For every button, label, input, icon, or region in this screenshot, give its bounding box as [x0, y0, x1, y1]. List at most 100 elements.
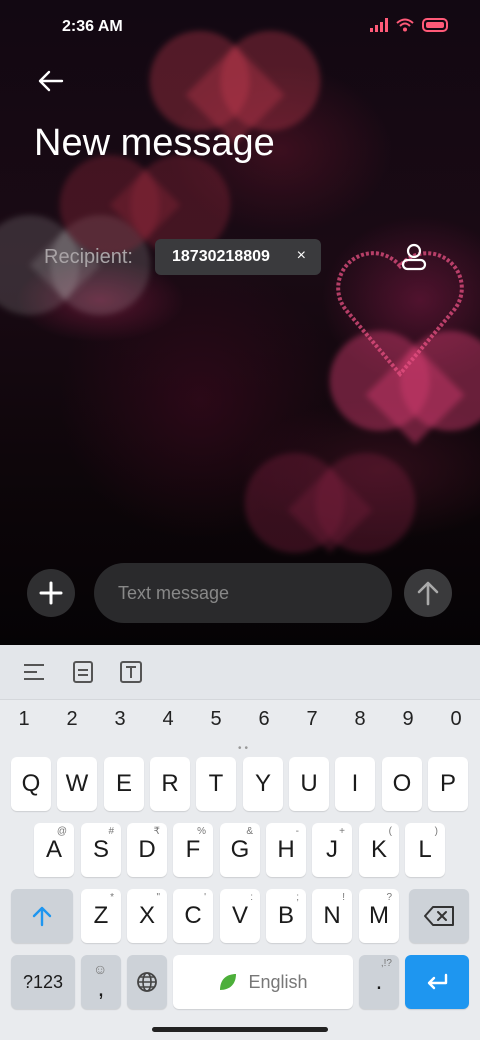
key-k-label: K — [370, 836, 387, 863]
key-v-hint: : — [250, 892, 253, 903]
key-y[interactable]: Y — [243, 757, 283, 811]
number-row: 1 2 3 4 5 6 7 8 9 0 — [0, 708, 480, 738]
key-c-hint: ' — [204, 892, 206, 903]
background-heart-decoration — [109, 169, 181, 241]
enter-key[interactable] — [405, 955, 469, 1009]
key-c-label: C — [184, 902, 202, 929]
home-indicator[interactable] — [152, 1027, 328, 1032]
key-b[interactable]: B; — [266, 889, 306, 943]
key-8[interactable]: 8 — [336, 708, 384, 731]
shift-arrow-icon — [32, 906, 52, 927]
background-heart-decoration — [287, 467, 373, 553]
key-n[interactable]: N! — [312, 889, 352, 943]
key-4[interactable]: 4 — [144, 708, 192, 731]
key-5[interactable]: 5 — [192, 708, 240, 731]
key-m-label: M — [369, 902, 389, 929]
key-s-label: S — [92, 836, 109, 863]
key-m[interactable]: M? — [359, 889, 399, 943]
key-n-hint: ! — [342, 892, 345, 903]
key-d-label: D — [138, 836, 156, 863]
soft-keyboard: 1 2 3 4 5 6 7 8 9 0 •• Q W E R T Y U I O… — [0, 645, 480, 1040]
key-d-hint: ₹ — [153, 826, 160, 837]
contact-picker-icon[interactable] — [400, 242, 428, 272]
plus-icon — [39, 581, 63, 605]
key-r[interactable]: R — [150, 757, 190, 811]
status-icons — [370, 18, 450, 32]
key-j[interactable]: J + — [312, 823, 352, 877]
key-6[interactable]: 6 — [240, 708, 288, 731]
comma-label: , — [97, 975, 105, 1002]
enter-icon — [427, 973, 448, 990]
key-o[interactable]: O — [382, 757, 422, 811]
key-z-label: Z — [93, 902, 109, 929]
space-key[interactable]: English — [173, 955, 353, 1009]
key-f-hint: % — [197, 826, 206, 837]
key-m-hint: ? — [386, 892, 392, 903]
key-c[interactable]: C ' — [173, 889, 213, 943]
period-label: . — [375, 968, 383, 995]
back-arrow-icon[interactable] — [36, 66, 66, 96]
recipient-chip[interactable]: 18730218809 × — [155, 239, 321, 275]
key-f[interactable]: F% — [173, 823, 213, 877]
key-v[interactable]: V: — [220, 889, 260, 943]
key-p[interactable]: P — [428, 757, 468, 811]
key-d[interactable]: D ₹ — [127, 823, 167, 877]
key-q[interactable]: Q — [11, 757, 51, 811]
symbols-key[interactable]: ?123 — [11, 955, 75, 1009]
keyboard-toolbar — [0, 645, 480, 700]
key-0[interactable]: 0 — [432, 708, 480, 731]
emoji-comma-key[interactable]: ☺ , — [81, 955, 121, 1009]
key-b-label: B — [277, 902, 294, 929]
backspace-icon — [424, 906, 454, 926]
key-w[interactable]: W — [57, 757, 97, 811]
period-hint: ,!? — [380, 958, 392, 969]
menu-lines-icon[interactable] — [23, 661, 45, 683]
key-2[interactable]: 2 — [48, 708, 96, 731]
key-i[interactable]: I — [335, 757, 375, 811]
key-e[interactable]: E — [104, 757, 144, 811]
status-time: 2:36 AM — [62, 18, 123, 35]
key-l[interactable]: L) — [405, 823, 445, 877]
key-x-hint: " — [156, 892, 160, 903]
recipient-label: Recipient: — [44, 246, 133, 268]
page-title: New message — [34, 122, 275, 164]
key-h[interactable]: H- — [266, 823, 306, 877]
key-3[interactable]: 3 — [96, 708, 144, 731]
language-key[interactable] — [127, 955, 167, 1009]
key-7[interactable]: 7 — [288, 708, 336, 731]
key-j-hint: + — [339, 826, 345, 837]
key-h-hint: - — [295, 826, 299, 837]
key-x[interactable]: X " — [127, 889, 167, 943]
add-attachment-button[interactable] — [27, 569, 75, 617]
space-key-label: English — [248, 971, 308, 992]
message-input-placeholder: Text message — [118, 583, 230, 603]
shift-key[interactable] — [11, 889, 73, 943]
key-k[interactable]: K( — [359, 823, 399, 877]
key-t[interactable]: T — [196, 757, 236, 811]
emoji-icon: ☺ — [93, 961, 108, 977]
message-input[interactable]: Text message — [94, 563, 392, 623]
key-l-hint: ) — [434, 826, 438, 837]
recipient-number: 18730218809 — [172, 248, 270, 265]
backspace-key[interactable] — [409, 889, 469, 943]
message-screen: 2:36 AM New message Recipient: 187302188… — [0, 0, 480, 645]
page-dots: •• — [238, 743, 252, 754]
key-s-hint: # — [108, 826, 114, 837]
period-key[interactable]: ,!? . — [359, 955, 399, 1009]
key-u[interactable]: U — [289, 757, 329, 811]
clipboard-icon[interactable] — [72, 661, 94, 683]
key-l-label: L — [418, 836, 432, 863]
send-button[interactable] — [404, 569, 452, 617]
key-a[interactable]: A @ — [34, 823, 74, 877]
key-k-hint: ( — [388, 826, 392, 837]
remove-recipient-icon[interactable]: × — [297, 247, 306, 265]
wifi-icon — [396, 18, 414, 32]
key-z[interactable]: Z * — [81, 889, 121, 943]
key-v-label: V — [231, 902, 248, 929]
key-1[interactable]: 1 — [0, 708, 48, 731]
key-g[interactable]: G & — [220, 823, 260, 877]
key-9[interactable]: 9 — [384, 708, 432, 731]
text-format-icon[interactable] — [120, 661, 142, 683]
key-z-hint: * — [110, 892, 114, 903]
key-s[interactable]: S # — [81, 823, 121, 877]
